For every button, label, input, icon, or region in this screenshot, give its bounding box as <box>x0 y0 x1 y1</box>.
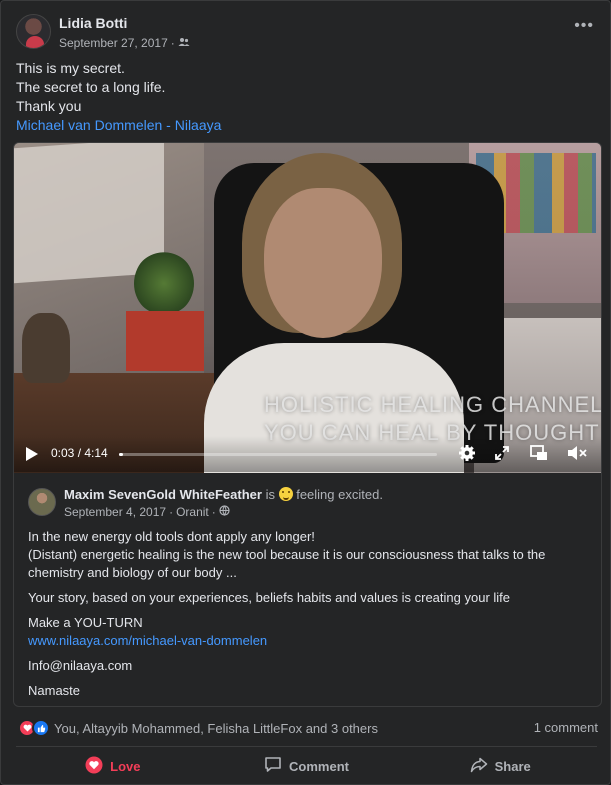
divider <box>16 746 597 747</box>
action-bar: Love Comment Share <box>16 749 597 783</box>
friends-icon <box>178 36 190 50</box>
love-label: Love <box>110 758 141 774</box>
post-meta: September 27, 2017 · <box>59 36 190 50</box>
share-label: Share <box>494 758 531 774</box>
overlay-line: HOLISTIC HEALING CHANNEL <box>264 392 602 417</box>
current-time: 0:03 <box>51 446 75 460</box>
shared-paragraph: In the new energy old tools dont apply a… <box>28 528 588 582</box>
shared-line: (Distant) energetic healing is the new t… <box>28 547 546 580</box>
video-progress-bar[interactable] <box>119 453 437 456</box>
feeling-text: feeling excited. <box>296 487 383 502</box>
video-progress-fill <box>119 453 123 456</box>
fullscreen-icon[interactable] <box>491 442 513 464</box>
video-controls: 0:03 / 4:14 <box>14 436 601 472</box>
more-options-icon[interactable]: ••• <box>574 18 594 34</box>
love-button[interactable]: Love <box>16 749 210 783</box>
reaction-summary[interactable]: You, Altayyib Mohammed, Felisha LittleFo… <box>18 717 378 739</box>
mute-icon[interactable] <box>566 442 588 464</box>
share-button[interactable]: Share <box>403 749 597 783</box>
comment-count[interactable]: 1 comment <box>534 720 598 735</box>
post-date[interactable]: September 27, 2017 <box>59 36 168 50</box>
comment-button[interactable]: Comment <box>210 749 404 783</box>
time-separator: / <box>74 446 85 460</box>
meta-separator: · <box>170 36 175 50</box>
share-icon <box>470 757 488 776</box>
shared-post-meta: September 4, 2017 · Oranit · <box>64 505 230 519</box>
comment-icon <box>264 756 282 776</box>
website-link[interactable]: www.nilaaya.com/michael-van-dommelen <box>28 633 267 648</box>
excited-emoji-icon <box>278 487 293 501</box>
like-reaction-icon <box>32 719 50 737</box>
shared-paragraph: Make a YOU-TURN www.nilaaya.com/michael-… <box>28 614 588 650</box>
shared-line: Make a YOU-TURN <box>28 615 143 630</box>
meta-separator: · <box>211 505 216 519</box>
reaction-names[interactable]: You, Altayyib Mohammed, Felisha LittleFo… <box>54 721 378 736</box>
shared-post-location[interactable]: Oranit <box>176 505 209 519</box>
post-text: This is my secret. The secret to a long … <box>16 59 221 135</box>
shared-post-date[interactable]: September 4, 2017 <box>64 505 166 519</box>
author-avatar[interactable] <box>16 14 51 49</box>
shared-author-name[interactable]: Maxim SevenGold WhiteFeather <box>64 487 262 502</box>
comment-label: Comment <box>289 758 349 774</box>
shared-author-avatar[interactable] <box>28 488 56 516</box>
profile-link[interactable]: Michael van Dommelen - Nilaaya <box>16 116 221 135</box>
picture-in-picture-icon[interactable] <box>528 442 550 464</box>
video-player[interactable]: HOLISTIC HEALING CHANNEL YOU CAN HEAL BY… <box>14 143 602 473</box>
post-line: The secret to a long life. <box>16 79 166 95</box>
author-name[interactable]: Lidia Botti <box>59 15 127 31</box>
shared-post-text: In the new energy old tools dont apply a… <box>28 528 588 706</box>
settings-gear-icon[interactable] <box>456 442 478 464</box>
email-text: Info@nilaaya.com <box>28 658 133 673</box>
video-timecode: 0:03 / 4:14 <box>51 446 108 460</box>
is-label: is <box>265 487 275 502</box>
signoff-text: Namaste <box>28 683 81 698</box>
shared-paragraph: Your story, based on your experiences, b… <box>28 590 510 605</box>
post-line: This is my secret. <box>16 60 125 76</box>
shared-post: HOLISTIC HEALING CHANNEL YOU CAN HEAL BY… <box>13 142 602 707</box>
shared-line: In the new energy old tools dont apply a… <box>28 529 315 544</box>
post-card: Lidia Botti September 27, 2017 · ••• Thi… <box>0 0 611 785</box>
love-icon <box>85 756 103 777</box>
globe-icon <box>219 505 230 519</box>
video-person <box>264 188 382 338</box>
duration: 4:14 <box>84 446 108 460</box>
meta-separator: · <box>169 505 174 519</box>
shared-post-headline: Maxim SevenGold WhiteFeather is feeling … <box>64 487 383 502</box>
play-icon[interactable] <box>26 447 38 461</box>
post-line: Thank you <box>16 98 82 114</box>
